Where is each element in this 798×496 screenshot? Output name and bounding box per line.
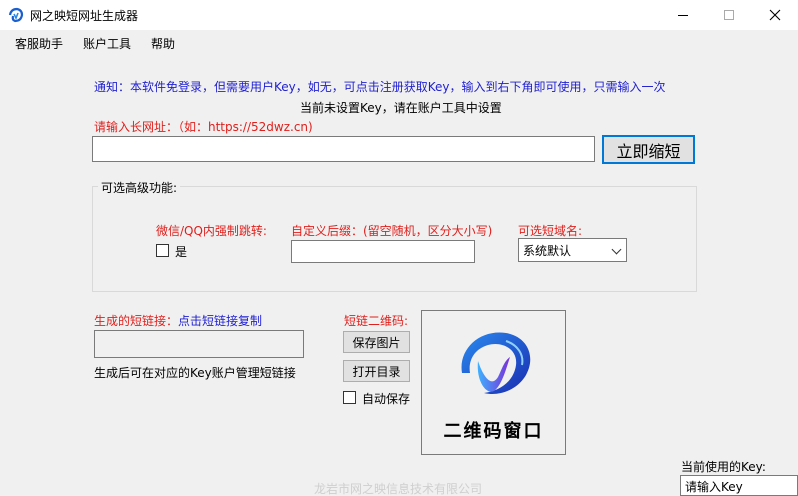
minimize-button[interactable] — [660, 0, 706, 30]
auto-save-checkbox[interactable] — [343, 391, 356, 404]
long-url-input[interactable] — [92, 136, 595, 162]
notice-text: 通知：本软件免登录，但需要用户Key，如无，可点击注册获取Key，输入到右下角即… — [94, 80, 666, 94]
open-directory-button[interactable]: 打开目录 — [343, 360, 410, 382]
short-domain-selected: 系统默认 — [523, 243, 572, 258]
key-status-text: 当前未设置Key，请在账户工具中设置 — [300, 101, 502, 115]
custom-suffix-input[interactable] — [291, 240, 475, 263]
menu-bar: 客服助手 账户工具 帮助 — [0, 30, 798, 54]
minimize-icon — [678, 14, 688, 16]
current-key-input[interactable]: 请输入Key — [680, 475, 798, 496]
wechat-redirect-label: 微信/QQ内强制跳转: — [156, 224, 267, 238]
generated-link-label-prefix: 生成的短链接： — [94, 314, 179, 328]
manage-note: 生成后可在对应的Key账户管理短链接 — [94, 366, 296, 380]
advanced-options-title: 可选高级功能: — [98, 179, 181, 196]
qr-code-label: 短链二维码: — [344, 314, 409, 328]
maximize-icon — [724, 10, 734, 20]
auto-save-label: 自动保存 — [362, 392, 411, 406]
menu-help[interactable]: 帮助 — [151, 35, 175, 52]
title-bar: 网之映短网址生成器 — [0, 0, 798, 30]
maximize-button[interactable] — [706, 0, 752, 30]
close-icon — [769, 9, 781, 21]
qr-code-window: 二维码窗口 — [421, 310, 566, 455]
company-footer: 龙岩市网之映信息技术有限公司 — [314, 482, 483, 496]
current-key-label: 当前使用的Key: — [681, 460, 766, 474]
shorten-button[interactable]: 立即缩短 — [602, 135, 695, 164]
qr-logo-icon — [444, 321, 544, 401]
long-url-label: 请输入长网址：（如：https://52dwz.cn) — [94, 120, 313, 134]
wechat-redirect-checkbox-label: 是 — [175, 245, 188, 259]
short-domain-label: 可选短域名: — [518, 224, 583, 238]
short-domain-select[interactable]: 系统默认 — [518, 238, 627, 262]
close-button[interactable] — [752, 0, 798, 30]
menu-customer-service[interactable]: 客服助手 — [15, 35, 63, 52]
app-logo-icon — [8, 7, 24, 23]
save-image-button[interactable]: 保存图片 — [343, 331, 410, 353]
generated-link-copy-hint[interactable]: 点击短链接复制 — [178, 314, 262, 328]
generated-link-label: 生成的短链接：点击短链接复制 — [94, 312, 262, 329]
short-link-output[interactable] — [94, 330, 304, 358]
menu-account-tools[interactable]: 账户工具 — [83, 35, 131, 52]
chevron-down-icon — [611, 244, 622, 255]
window-title: 网之映短网址生成器 — [30, 9, 139, 23]
wechat-redirect-checkbox[interactable] — [156, 244, 169, 257]
qr-window-caption: 二维码窗口 — [443, 421, 544, 442]
custom-suffix-label: 自定义后缀：(留空随机，区分大小写) — [291, 224, 493, 238]
